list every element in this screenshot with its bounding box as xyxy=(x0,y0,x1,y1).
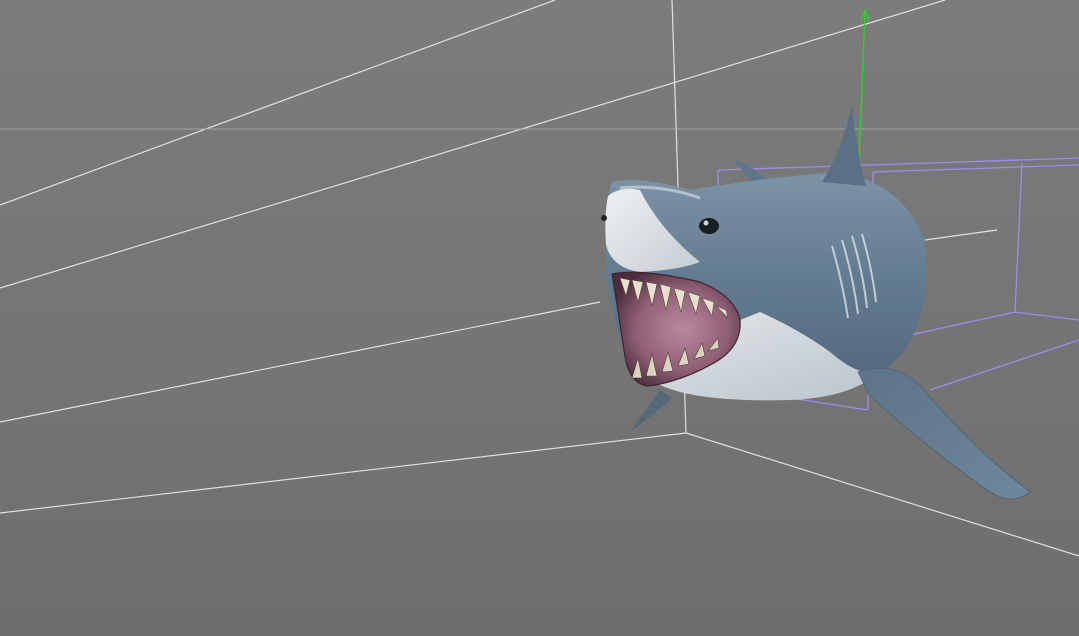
shark-nostril xyxy=(601,215,607,221)
3d-viewport[interactable] xyxy=(0,0,1079,636)
shark-eye xyxy=(699,218,719,234)
y-axis-gizmo[interactable] xyxy=(857,8,870,186)
shark-right-pectoral-fin xyxy=(857,367,1031,500)
shark-model[interactable] xyxy=(601,104,1031,500)
shark-left-pectoral-fin xyxy=(630,390,672,432)
viewport-canvas[interactable] xyxy=(0,0,1079,636)
